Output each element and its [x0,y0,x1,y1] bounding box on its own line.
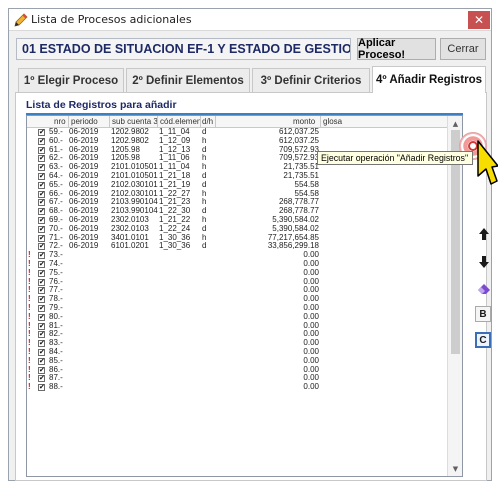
row-checkbox[interactable]: ✔ [38,146,45,154]
table-row[interactable]: ! ✔ 73.- 0.00 [27,250,448,260]
row-checkbox[interactable]: ✔ [38,243,45,251]
row-checkbox[interactable]: ✔ [38,278,45,286]
row-checkbox[interactable]: ✔ [38,252,45,260]
row-checkbox[interactable]: ✔ [38,190,45,198]
c-button[interactable]: C [475,332,491,348]
header-nro: nro [54,117,66,126]
row-checkbox[interactable]: ✔ [38,313,45,321]
warning-icon: ! [28,382,31,392]
row-checkbox[interactable]: ✔ [38,340,45,348]
tooltip: Ejecutar operación "Añadir Registros" [317,151,473,165]
arrow-down-icon [479,256,489,268]
process-dialog: Lista de Procesos adicionales ✕ 01 ESTAD… [8,8,492,481]
cell-monto: 0.00 [303,382,319,392]
close-button[interactable]: Cerrar [440,38,486,60]
pencil-icon [14,13,28,27]
tab-anadir-registros[interactable]: 4º Añadir Registros [372,66,486,93]
row-checkbox[interactable]: ✔ [38,287,45,295]
row-checkbox[interactable]: ✔ [38,260,45,268]
row-checkbox[interactable]: ✔ [38,384,45,392]
table-row[interactable]: ! ✔ 75.- 0.00 [27,268,448,278]
row-checkbox[interactable]: ✔ [38,269,45,277]
grid-title: Lista de Registros para añadir [26,99,177,111]
table-row[interactable]: ! ✔ 80.- 0.00 [27,312,448,322]
mouse-pointer-icon [477,140,498,185]
table-row[interactable]: ! ✔ 77.- 0.00 [27,286,448,295]
row-checkbox[interactable]: ✔ [38,331,45,339]
row-checkbox[interactable]: ✔ [38,199,45,207]
row-checkbox[interactable]: ✔ [38,366,45,374]
row-checkbox[interactable]: ✔ [38,129,45,136]
row-checkbox[interactable]: ✔ [38,322,45,330]
eraser-button[interactable] [476,281,492,297]
table-row[interactable]: ! ✔ 79.- 0.00 [27,303,448,313]
table-row[interactable]: ! ✔ 81.- 0.00 [27,321,448,331]
row-checkbox[interactable]: ✔ [38,375,45,383]
header-monto: monto [293,117,316,126]
grid-vertical-scrollbar[interactable]: ▲ ▼ [447,116,462,476]
row-checkbox[interactable]: ✔ [38,181,45,189]
tab-definir-elementos[interactable]: 2º Definir Elementos [126,68,250,92]
row-checkbox[interactable]: ✔ [38,216,45,224]
window-close-button[interactable]: ✕ [468,11,490,29]
header-glosa: glosa [323,117,343,126]
cell-cod-elemento: 1_30_36 [159,241,191,251]
row-checkbox[interactable]: ✔ [38,357,45,365]
tab-elegir-proceso[interactable]: 1º Elegir Proceso [18,68,124,92]
table-row[interactable]: ! ✔ 85.- 0.00 [27,356,448,366]
row-checkbox[interactable]: ✔ [38,172,45,180]
eraser-icon [477,283,490,294]
cell-periodo: 06-2019 [69,241,99,251]
title-bar: Lista de Procesos adicionales ✕ [9,9,491,31]
window-title: Lista de Procesos adicionales [31,13,192,26]
table-row[interactable]: ! ✔ 76.- 0.00 [27,277,448,287]
table-row[interactable]: ! ✔ 74.- 0.00 [27,259,448,269]
records-grid: nro periodo sub cuenta 3 cód.elemen d/h … [26,115,463,477]
row-checkbox[interactable]: ✔ [38,234,45,242]
move-up-button[interactable] [476,226,492,242]
table-row[interactable]: ! ✔ 83.- 0.00 [27,338,448,348]
row-checkbox[interactable]: ✔ [38,304,45,312]
scroll-down-arrow-icon[interactable]: ▼ [450,463,461,474]
table-row[interactable]: ✔ 72.- 06-2019 6101.0201 1_30_36 d 33,856,299.… [27,242,448,251]
header-cod-elemento: cód.elemen [160,117,202,126]
selected-process-name: 01 ESTADO DE SITUACION EF-1 Y ESTADO DE … [16,38,351,60]
table-row[interactable]: ! ✔ 88.- 0.00 [27,382,448,392]
header-dh: d/h [202,117,214,126]
row-checkbox[interactable]: ✔ [38,208,45,216]
tab-bar: 1º Elegir Proceso 2º Definir Elementos 3… [16,66,486,93]
cell-sub-cuenta: 6101.0201 [111,241,149,251]
row-checkbox[interactable]: ✔ [38,296,45,304]
header-sub-cuenta: sub cuenta 3 [112,117,158,126]
table-row[interactable]: ! ✔ 86.- 0.00 [27,365,448,375]
table-row[interactable]: ! ✔ 87.- 0.00 [27,374,448,383]
table-row[interactable]: ! ✔ 82.- 0.00 [27,330,448,339]
header-periodo: periodo [71,117,98,126]
row-checkbox[interactable]: ✔ [38,155,45,163]
move-down-button[interactable] [476,254,492,270]
table-row[interactable]: ! ✔ 78.- 0.00 [27,294,448,304]
row-checkbox[interactable]: ✔ [38,137,45,145]
row-checkbox[interactable]: ✔ [38,164,45,172]
row-checkbox[interactable]: ✔ [38,348,45,356]
table-row[interactable]: ! ✔ 84.- 0.00 [27,347,448,357]
arrow-up-icon [479,228,489,240]
apply-process-button[interactable]: Aplicar Proceso! [357,37,436,61]
row-checkbox[interactable]: ✔ [38,225,45,233]
b-button[interactable]: B [475,306,491,322]
cell-dh: d [202,241,207,251]
grid-rows: ✔ 59.- 06-2019 1202.9802 1_11_04 d 612,037.25 ✔… [27,127,448,392]
cell-nro: 88.- [49,382,63,392]
scroll-up-arrow-icon[interactable]: ▲ [450,118,461,129]
tab-definir-criterios[interactable]: 3º Definir Criterios [252,68,370,92]
